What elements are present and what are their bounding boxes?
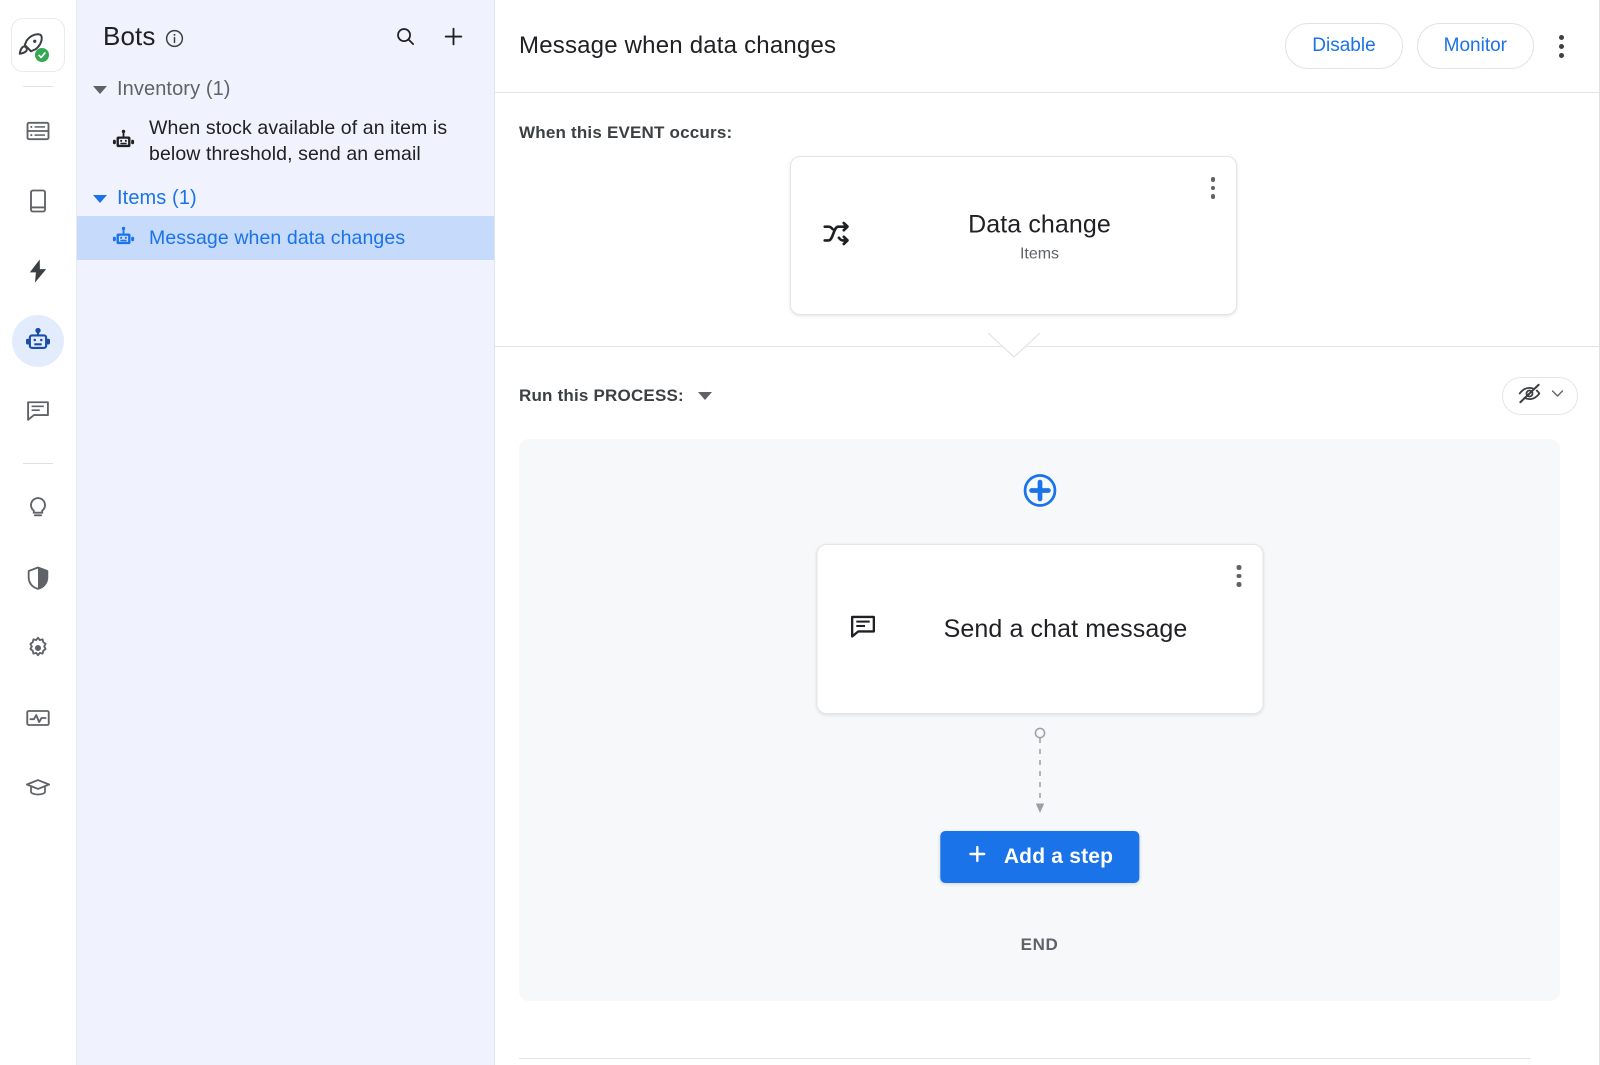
rail-item-screens[interactable] <box>12 175 64 227</box>
process-canvas: Send a chat message <box>519 439 1560 1001</box>
kebab-menu-icon[interactable] <box>1226 559 1252 593</box>
shield-icon <box>24 564 52 592</box>
main-header: Message when data changes Disable Monito… <box>495 0 1600 93</box>
plus-icon[interactable] <box>436 19 470 53</box>
list-item-label: When stock available of an item is below… <box>149 115 476 167</box>
kebab-dot <box>1559 44 1564 49</box>
rail-divider-top <box>23 86 53 87</box>
chat-icon <box>24 397 52 425</box>
sidebar-group-label: Inventory (1) <box>117 78 231 101</box>
list-item[interactable]: When stock available of an item is below… <box>77 107 494 175</box>
event-section-label: When this EVENT occurs: <box>495 123 1600 143</box>
list-item[interactable]: Message when data changes <box>77 216 494 260</box>
step-connector <box>1030 727 1050 815</box>
kebab-dot <box>1237 582 1242 587</box>
kebab-menu-icon[interactable] <box>1200 171 1226 205</box>
rocket-status-badge <box>35 48 49 62</box>
bots-sidebar: Bots <box>77 0 495 1065</box>
sidebar-group-label: Items (1) <box>117 187 197 210</box>
event-card-subtitle: Items <box>871 245 1208 263</box>
bottom-divider <box>519 1058 1531 1059</box>
page-title: Message when data changes <box>519 32 836 60</box>
add-circle-icon[interactable] <box>1020 471 1059 510</box>
step-card-body: Send a chat message <box>897 611 1234 647</box>
gear-icon <box>24 634 52 662</box>
process-label-row: Run this PROCESS: <box>495 379 1600 413</box>
tablet-icon <box>24 187 52 215</box>
rail-item-data-tables[interactable] <box>12 105 64 157</box>
kebab-dot <box>1211 186 1216 191</box>
event-card[interactable]: Data change Items <box>790 156 1237 315</box>
chevron-down-icon <box>93 195 107 203</box>
kebab-dot <box>1559 35 1564 40</box>
event-card-body: Data change Items <box>871 208 1208 263</box>
monitor-button[interactable]: Monitor <box>1417 23 1534 69</box>
kebab-menu-icon[interactable] <box>1544 26 1578 66</box>
event-section: When this EVENT occurs: <box>495 93 1600 347</box>
process-step-card[interactable]: Send a chat message <box>816 544 1263 714</box>
process-section-label: Run this PROCESS: <box>519 386 684 406</box>
end-label: END <box>1021 935 1059 955</box>
step-card-title: Send a chat message <box>897 611 1234 647</box>
event-card-title: Data change <box>871 208 1208 240</box>
rail-item-automations[interactable] <box>12 245 64 297</box>
rail-item-launch-rocket[interactable] <box>11 18 65 72</box>
sidebar-group-inventory[interactable]: Inventory (1) <box>77 72 494 107</box>
shuffle-icon <box>821 218 851 253</box>
rail-item-messages[interactable] <box>12 385 64 437</box>
chevron-down-icon <box>1549 385 1566 407</box>
rail-item-settings[interactable] <box>12 622 64 674</box>
robot-icon <box>107 128 139 155</box>
add-step-button[interactable]: Add a step <box>940 831 1139 883</box>
search-icon[interactable] <box>388 19 422 53</box>
lightbulb-icon <box>24 494 52 522</box>
kebab-dot <box>1559 53 1564 58</box>
lightning-bolt-icon <box>24 257 52 285</box>
kebab-dot <box>1211 177 1216 182</box>
add-step-label: Add a step <box>1004 845 1113 869</box>
kebab-dot <box>1237 565 1242 570</box>
pulse-monitor-icon <box>24 704 52 732</box>
robot-icon <box>107 225 139 252</box>
kebab-dot <box>1237 574 1242 579</box>
rail-item-bots[interactable] <box>12 315 64 367</box>
chat-message-icon <box>847 611 878 647</box>
plus-icon <box>966 843 988 871</box>
app-root: Bots <box>0 0 1600 1065</box>
database-icon <box>24 117 52 145</box>
rail-item-security[interactable] <box>12 552 64 604</box>
rail-item-monitoring[interactable] <box>12 692 64 744</box>
info-icon[interactable] <box>164 28 185 49</box>
sidebar-group-items[interactable]: Items (1) <box>77 181 494 216</box>
rail-item-ideas[interactable] <box>12 482 64 534</box>
robot-icon <box>23 326 53 356</box>
rail-item-learning[interactable] <box>12 762 64 814</box>
main-pane: Message when data changes Disable Monito… <box>495 0 1600 1065</box>
rail-divider-bottom <box>23 463 53 464</box>
sidebar-title: Bots <box>103 21 155 52</box>
icon-rail <box>0 0 77 1065</box>
graduation-cap-icon <box>24 774 52 802</box>
kebab-dot <box>1211 194 1216 199</box>
chevron-down-icon[interactable] <box>698 392 712 400</box>
list-item-label: Message when data changes <box>149 225 405 251</box>
sidebar-header: Bots <box>77 0 494 72</box>
disable-button[interactable]: Disable <box>1285 23 1402 69</box>
visibility-toggle-button[interactable] <box>1502 377 1578 415</box>
eye-off-icon <box>1517 381 1542 411</box>
chevron-down-icon <box>93 86 107 94</box>
process-section: Run this PROCESS: <box>495 347 1600 947</box>
